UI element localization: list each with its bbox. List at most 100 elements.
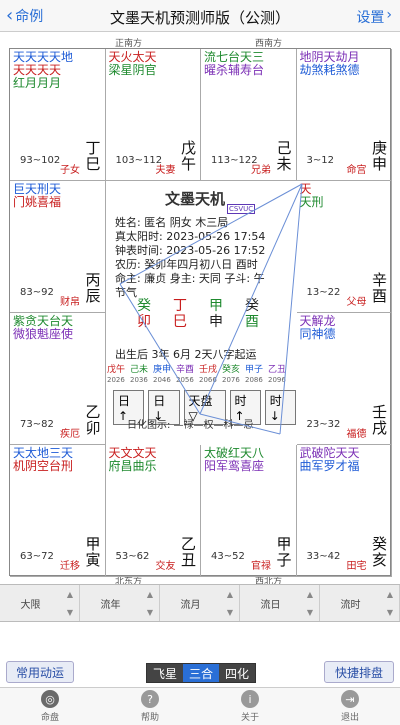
segment-2[interactable]: 四化: [219, 664, 256, 682]
palace-cell-zi[interactable]: 太破红天八 阳军鸾喜座 43~52 甲子 官禄: [201, 445, 297, 577]
chart-control-button[interactable]: 时↓: [264, 390, 296, 425]
selector-label: 流日: [260, 599, 281, 611]
exit-icon: ⇥: [341, 690, 359, 708]
palace-stars: 武破陀天天 曲军罗才福: [300, 447, 390, 473]
chevron-up-icon[interactable]: ▲: [147, 590, 153, 599]
palace-name: 官禄: [251, 561, 271, 572]
bazi-day-branch: 申: [209, 314, 223, 330]
luck-year: 2026: [107, 376, 125, 384]
quick-chart-button[interactable]: 快捷排盘: [324, 661, 394, 683]
luck-year: 2096: [268, 376, 286, 384]
star-row: 机阴空台刑: [13, 459, 74, 473]
chevron-up-icon[interactable]: ▲: [67, 590, 73, 599]
luck-stem: 辛酉: [176, 365, 195, 375]
palace-name: 命宫: [346, 165, 367, 176]
palace-age-range: 73~82: [20, 419, 54, 430]
selector-4[interactable]: 流时 ▲ ▼: [320, 585, 400, 621]
chevron-right-icon: ›: [386, 7, 392, 23]
bazi-year-branch: 卯: [137, 314, 151, 330]
segment-0[interactable]: 飞星: [147, 664, 184, 682]
selector-arrows[interactable]: ▲ ▼: [301, 585, 319, 621]
palace-stem-branch: 丁巳: [85, 139, 101, 173]
bazi-hour-branch: 酉: [245, 314, 259, 330]
tab-help[interactable]: ? 帮助: [100, 688, 200, 725]
palace-age-range: 3~12: [306, 155, 334, 166]
selector-3[interactable]: 流日 ▲ ▼: [240, 585, 320, 621]
chevron-down-icon[interactable]: ▼: [307, 608, 313, 617]
chevron-up-icon[interactable]: ▲: [387, 590, 393, 599]
selector-label: 大限: [20, 599, 41, 611]
selector-0[interactable]: 大限 ▲ ▼: [0, 585, 80, 621]
palace-age-range: 83~92: [20, 287, 54, 298]
bazi-day-stem: 甲: [209, 298, 223, 314]
help-icon: ?: [141, 690, 159, 708]
luck-year: 2056: [176, 376, 194, 384]
palace-cell-shen[interactable]: 地阴天劫月 劫煞耗煞德 3~12 庚申 命宫: [296, 49, 392, 181]
tab-info[interactable]: i 关于: [200, 688, 300, 725]
selector-arrows[interactable]: ▲ ▼: [61, 585, 79, 621]
chevron-up-icon[interactable]: ▲: [227, 590, 233, 599]
mode-segmented-control: 飞星 三合 四化: [146, 663, 257, 683]
palace-name: 疾厄: [60, 429, 80, 440]
bazi-year-stem: 癸: [137, 298, 151, 314]
luck-stems-row: 戊午 己未 庚申 辛酉 壬戌 癸亥 甲子 乙丑: [107, 362, 291, 375]
bazi-label: 节气: [115, 286, 137, 299]
center-badge: CSVUC: [227, 204, 256, 214]
palace-cell-si[interactable]: 天天天天地 天天天天 红月月月 93~102 丁巳 子女: [10, 49, 106, 181]
palace-stars: 天太地三天 机阴空台刑: [13, 447, 103, 473]
selector-1[interactable]: 流年 ▲ ▼: [80, 585, 160, 621]
selector-arrows[interactable]: ▲ ▼: [221, 585, 239, 621]
chevron-down-icon[interactable]: ▼: [227, 608, 233, 617]
palace-cell-you[interactable]: 天天刑 13~22 辛酉 父母: [296, 181, 392, 313]
palace-cell-chou[interactable]: 天文文天 府昌曲乐 53~62 乙丑 交友: [105, 445, 201, 577]
star-row: 府昌曲乐: [108, 459, 157, 473]
palace-age-range: 33~42: [306, 551, 341, 562]
astrology-chart[interactable]: 正南方 西南方 北东方 西北方 天天天天地 天天天天 红月月月 93~102 丁巳 子女天…: [0, 34, 400, 584]
chevron-down-icon[interactable]: ▼: [67, 608, 73, 617]
palace-stars: 太破红天八 阳军鸾喜座: [204, 447, 294, 473]
tab-label: 退出: [340, 713, 359, 723]
palace-cell-wei[interactable]: 流七台天三 曜杀辅寿台 113~122 己未 兄弟: [201, 49, 297, 181]
palace-stem-branch: 己未: [276, 139, 292, 173]
selector-arrows[interactable]: ▲ ▼: [141, 585, 159, 621]
time-selector-bar: 大限 ▲ ▼ 流年 ▲ ▼ 流月 ▲ ▼ 流日 ▲ ▼ 流时 ▲ ▼: [0, 584, 400, 622]
palace-age-range: 23~32: [306, 419, 341, 430]
palace-cell-hai[interactable]: 武破陀天天 曲军罗才福 33~42 癸亥 田宅: [296, 445, 392, 577]
selector-arrows[interactable]: ▲ ▼: [381, 585, 399, 621]
palace-name: 福德: [346, 429, 367, 440]
navigation-bar: ‹ 命例 文墨天机预测师版（公测） 设置 ›: [0, 0, 400, 32]
chevron-up-icon[interactable]: ▲: [307, 590, 313, 599]
palace-cell-yin[interactable]: 天太地三天 机阴空台刑 63~72 甲寅 迁移: [10, 445, 106, 577]
palace-stem-branch: 乙卯: [85, 403, 101, 437]
palace-age-range: 13~22: [306, 287, 341, 298]
chevron-down-icon[interactable]: ▼: [387, 608, 393, 617]
tab-bar: ◎ 命盘? 帮助 i 关于 ⇥ 退出: [0, 687, 400, 725]
palace-cell-mao[interactable]: 紫贪天台天 微狼魁座使 73~82 乙卯 疾厄: [10, 313, 106, 445]
tab-exit[interactable]: ⇥ 退出: [300, 688, 400, 725]
palace-stem-branch: 甲子: [276, 535, 292, 569]
luck-year: 2046: [153, 376, 171, 384]
star-row: 天刑: [299, 195, 324, 209]
selector-label: 流年: [100, 599, 121, 611]
palace-name: 田宅: [346, 561, 367, 572]
segment-1[interactable]: 三合: [183, 664, 220, 682]
palace-stars: 天解龙 同神德: [300, 315, 390, 341]
luck-year: 2036: [130, 376, 148, 384]
palace-name: 子女: [60, 165, 80, 176]
tab-chart[interactable]: ◎ 命盘: [0, 688, 100, 725]
star-row: 阳军鸾喜座: [204, 459, 265, 473]
chart-icon: ◎: [41, 690, 59, 708]
settings-button[interactable]: 设置 ›: [356, 7, 392, 27]
selector-2[interactable]: 流月 ▲ ▼: [160, 585, 240, 621]
common-luck-button[interactable]: 常用动运: [6, 661, 74, 683]
palace-name: 财帛: [60, 297, 80, 308]
center-panel: 文墨天机 CSVUC 姓名: 匿名 阴女 木三局 真太阳时: 2023-05-2…: [105, 180, 296, 444]
palace-cell-xu[interactable]: 天解龙 同神德 23~32 壬戌 福德: [296, 313, 392, 445]
chevron-down-icon[interactable]: ▼: [147, 608, 153, 617]
palace-cell-wu[interactable]: 天火太天 梁星阴官 103~112 戊午 夫妻: [105, 49, 201, 181]
palace-stars: 天天刑: [300, 183, 390, 209]
luck-year: 2076: [222, 376, 240, 384]
palace-cell-chen[interactable]: 巨天刑天 门姚喜福 83~92 丙辰 财帛: [10, 181, 106, 313]
luck-year: 2086: [245, 376, 263, 384]
palace-name: 夫妻: [155, 165, 176, 176]
